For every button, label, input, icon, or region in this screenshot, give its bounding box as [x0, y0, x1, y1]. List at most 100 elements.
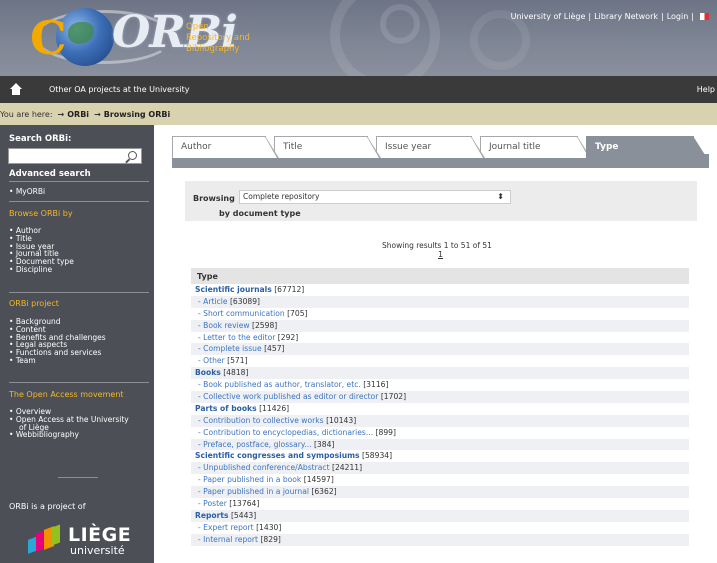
- type-subcategory-link[interactable]: - Collective work published as editor or…: [198, 392, 378, 401]
- tab-issue-year[interactable]: Issue year: [376, 136, 485, 158]
- type-subcategory-row: - Paper published in a journal [6362]: [191, 486, 689, 499]
- type-subcategory-row: - Letter to the editor [292]: [191, 332, 689, 344]
- type-category-row: Parts of books [11426]: [191, 403, 689, 415]
- type-category-row: Books [4818]: [191, 367, 689, 380]
- type-subcategory-row: - Collective work published as editor or…: [191, 391, 689, 403]
- type-subcategory-link[interactable]: - Other: [198, 356, 225, 365]
- divider: [9, 292, 149, 293]
- sidebar-item-team[interactable]: Team: [9, 357, 151, 365]
- type-count: [58934]: [361, 451, 393, 461]
- browsing-label: Browsing: [193, 194, 235, 203]
- page-link[interactable]: 1: [438, 250, 443, 259]
- search-icon[interactable]: [128, 151, 137, 160]
- type-category-row: Scientific congresses and symposiums [58…: [191, 450, 689, 462]
- type-subcategory-row: - Preface, postface, glossary... [384]: [191, 438, 689, 451]
- type-count: [292]: [277, 332, 299, 342]
- project-list: Background Content Benefits and challeng…: [9, 318, 151, 365]
- breadcrumb: You are here: → ORBi → Browsing ORBi: [0, 103, 717, 125]
- sidebar-item-discipline[interactable]: Discipline: [9, 266, 151, 274]
- type-subcategory-link[interactable]: - Internal report: [198, 535, 258, 544]
- type-category-link[interactable]: Scientific journals: [195, 285, 272, 294]
- type-count: [899]: [375, 427, 396, 437]
- browse-heading: Browse ORBi by: [9, 209, 73, 218]
- type-subcategory-link[interactable]: - Complete issue: [198, 344, 262, 353]
- advanced-search-link[interactable]: Advanced search: [9, 169, 91, 179]
- type-subcategory-link[interactable]: - Letter to the editor: [198, 333, 275, 342]
- type-subcategory-link[interactable]: - Paper published in a book: [198, 475, 301, 484]
- type-subcategory-row: - Paper published in a book [14597]: [191, 474, 689, 486]
- browse-list: Author Title Issue year Journal title Do…: [9, 227, 151, 274]
- search-title: Search ORBi:: [9, 134, 72, 144]
- other-projects-link[interactable]: Other OA projects at the University: [49, 85, 190, 94]
- type-count: [10143]: [326, 415, 357, 425]
- tab-author[interactable]: Author: [172, 136, 279, 158]
- top-links: University of Liège | Library Network | …: [511, 12, 709, 21]
- myorbi-link[interactable]: • MyORBi: [9, 187, 45, 196]
- type-subcategory-link[interactable]: - Contribution to collective works: [198, 416, 324, 425]
- type-count: [4818]: [223, 368, 249, 378]
- oa-heading: The Open Access movement: [9, 390, 124, 399]
- university-link[interactable]: University of Liège: [511, 12, 586, 21]
- help-link[interactable]: Help: [697, 85, 715, 94]
- type-category-link[interactable]: Books: [195, 368, 221, 377]
- divider: [9, 382, 149, 383]
- library-network-link[interactable]: Library Network: [594, 12, 658, 21]
- type-subcategory-row: - Internal report [829]: [191, 533, 689, 546]
- type-category-link[interactable]: Reports: [195, 511, 229, 520]
- type-count: [1702]: [380, 392, 407, 402]
- type-count: [67712]: [274, 285, 305, 294]
- sidebar-item-webbibliography[interactable]: Webbibliography: [9, 431, 151, 439]
- type-subcategory-row: - Other [571]: [191, 355, 689, 367]
- type-subcategory-link[interactable]: - Paper published in a journal: [198, 487, 309, 496]
- browse-box: Browsing Complete repository ⬍ by docume…: [185, 181, 697, 221]
- oa-list: Overview Open Access at the University o…: [9, 408, 151, 439]
- liege-logo[interactable]: LIÈGE université: [28, 524, 132, 557]
- breadcrumb-orbi[interactable]: ORBi: [67, 110, 89, 119]
- type-subcategory-link[interactable]: - Book review: [198, 321, 250, 330]
- tab-type[interactable]: Type: [586, 136, 707, 158]
- divider: [9, 181, 149, 182]
- browse-panel: Browsing Complete repository ⬍ by docume…: [172, 168, 709, 563]
- arrow-right-icon: →: [57, 109, 65, 119]
- type-count: [6362]: [311, 487, 337, 497]
- tab-journal-title[interactable]: Journal title: [480, 136, 591, 158]
- liege-wordmark: LIÈGE: [68, 524, 132, 546]
- universite-wordmark: université: [70, 544, 125, 557]
- type-count: [457]: [264, 344, 285, 354]
- type-table-header: Type: [191, 268, 689, 284]
- type-subcategory-row: - Article [63089]: [191, 295, 689, 308]
- type-subcategory-link[interactable]: - Poster: [198, 499, 227, 508]
- type-subcategory-link[interactable]: - Contribution to encyclopedias, diction…: [198, 428, 373, 437]
- type-subcategory-link[interactable]: - Article: [198, 297, 228, 306]
- type-category-link[interactable]: Parts of books: [195, 404, 257, 413]
- project-heading: ORBi project: [9, 299, 59, 308]
- breadcrumb-browsing[interactable]: Browsing ORBi: [104, 110, 170, 119]
- type-subcategory-link[interactable]: - Expert report: [198, 523, 254, 532]
- site-header: C ORBi Open Repository and Bibliography …: [0, 0, 717, 76]
- type-category-link[interactable]: Scientific congresses and symposiums: [195, 451, 360, 460]
- type-subcategory-link[interactable]: - Preface, postface, glossary...: [198, 440, 312, 449]
- type-subcategory-link[interactable]: - Unpublished conference/Abstract: [198, 463, 330, 472]
- divider: [58, 477, 98, 478]
- header-decoration: [380, 4, 420, 44]
- language-flag-icon[interactable]: [700, 13, 709, 20]
- type-count: [24211]: [332, 463, 363, 473]
- chevron-down-icon[interactable]: ⬍: [497, 192, 504, 201]
- type-category-row: Scientific journals [67712]: [191, 284, 689, 296]
- type-count: [384]: [313, 439, 335, 449]
- type-count: [705]: [287, 308, 308, 318]
- divider: [9, 201, 149, 202]
- tab-title[interactable]: Title: [274, 136, 381, 158]
- sidebar: Search ORBi: Advanced search • MyORBi Br…: [0, 125, 154, 563]
- home-icon[interactable]: [9, 82, 23, 97]
- project-of-text: ORBi is a project of: [9, 502, 86, 511]
- type-category-row: Reports [5443]: [191, 509, 689, 522]
- type-subcategory-row: - Short communication [705]: [191, 308, 689, 320]
- search-input[interactable]: [8, 148, 142, 164]
- type-subcategory-row: - Book published as author, translator, …: [191, 379, 689, 391]
- type-subcategory-link[interactable]: - Book published as author, translator, …: [198, 380, 361, 389]
- scope-select[interactable]: Complete repository ⬍: [239, 190, 511, 204]
- type-subcategory-link[interactable]: - Short communication: [198, 309, 285, 318]
- arrow-right-icon: →: [94, 109, 101, 119]
- login-link[interactable]: Login: [667, 12, 689, 21]
